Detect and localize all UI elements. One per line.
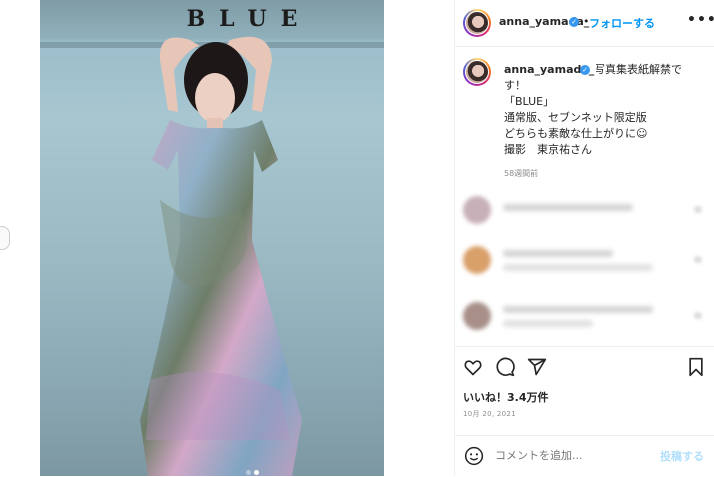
post-header: anna_yamada_ ✓ • フォローする •••: [455, 0, 714, 47]
comment-text-blurred: [503, 264, 653, 271]
model-figure-image: [140, 36, 302, 476]
more-options-icon[interactable]: •••: [687, 12, 714, 28]
post-date: 10月 20, 2021: [463, 410, 516, 418]
comment-like-icon[interactable]: [694, 256, 702, 263]
verified-badge-icon: ✓: [580, 65, 590, 75]
add-comment-bar: 投稿する: [455, 435, 714, 477]
post-comment-button[interactable]: 投稿する: [660, 448, 704, 464]
bookmark-icon[interactable]: [687, 357, 705, 377]
comment-icon[interactable]: [495, 357, 515, 377]
comment-item: [455, 240, 714, 280]
post-photo[interactable]: BLUE: [40, 0, 384, 476]
avatar[interactable]: [463, 9, 491, 37]
caption-text: 写真集表紙解禁で す！ 「BLUE」 通常版、セブンネット限定版 どちらも素敵な…: [504, 62, 709, 158]
caption-line: 「BLUE」: [504, 95, 555, 108]
verified-badge-icon: ✓: [569, 17, 579, 27]
caption-avatar[interactable]: [463, 58, 491, 86]
emoji-icon[interactable]: [464, 446, 484, 466]
follow-button[interactable]: フォローする: [589, 15, 655, 31]
comment-avatar: [463, 302, 491, 330]
likes-count[interactable]: いいね！3.4万件: [463, 389, 549, 405]
comment-item: [455, 190, 714, 230]
carousel-dot: [246, 470, 251, 475]
comment-text-blurred: [503, 204, 633, 211]
caption-line: どちらも素敵な仕上がりに☺: [504, 127, 648, 140]
comments-list: [455, 184, 714, 344]
comment-like-icon[interactable]: [694, 312, 702, 319]
comment-text-blurred: [503, 250, 613, 257]
comment-text-blurred: [503, 320, 593, 327]
carousel-dot-active: [254, 470, 259, 475]
left-margin: [0, 0, 40, 476]
post-actions: いいね！3.4万件 10月 20, 2021: [455, 346, 714, 447]
caption-time-ago[interactable]: 58週間前: [504, 168, 538, 179]
caption-line: 撮影 東京祐さん: [504, 143, 592, 156]
carousel-indicator: [246, 460, 262, 476]
comment-input[interactable]: [493, 448, 647, 463]
heart-icon[interactable]: [463, 357, 483, 377]
magazine-title: BLUE: [186, 6, 312, 32]
caption-line: す！: [504, 79, 526, 92]
comment-like-icon[interactable]: [694, 206, 702, 213]
comment-text-blurred: [503, 306, 653, 313]
comment-item: [455, 296, 714, 336]
comment-avatar: [463, 196, 491, 224]
share-icon[interactable]: [527, 357, 547, 377]
caption-line: 通常版、セブンネット限定版: [504, 111, 647, 124]
comment-avatar: [463, 246, 491, 274]
carousel-prev-button[interactable]: [0, 226, 10, 250]
